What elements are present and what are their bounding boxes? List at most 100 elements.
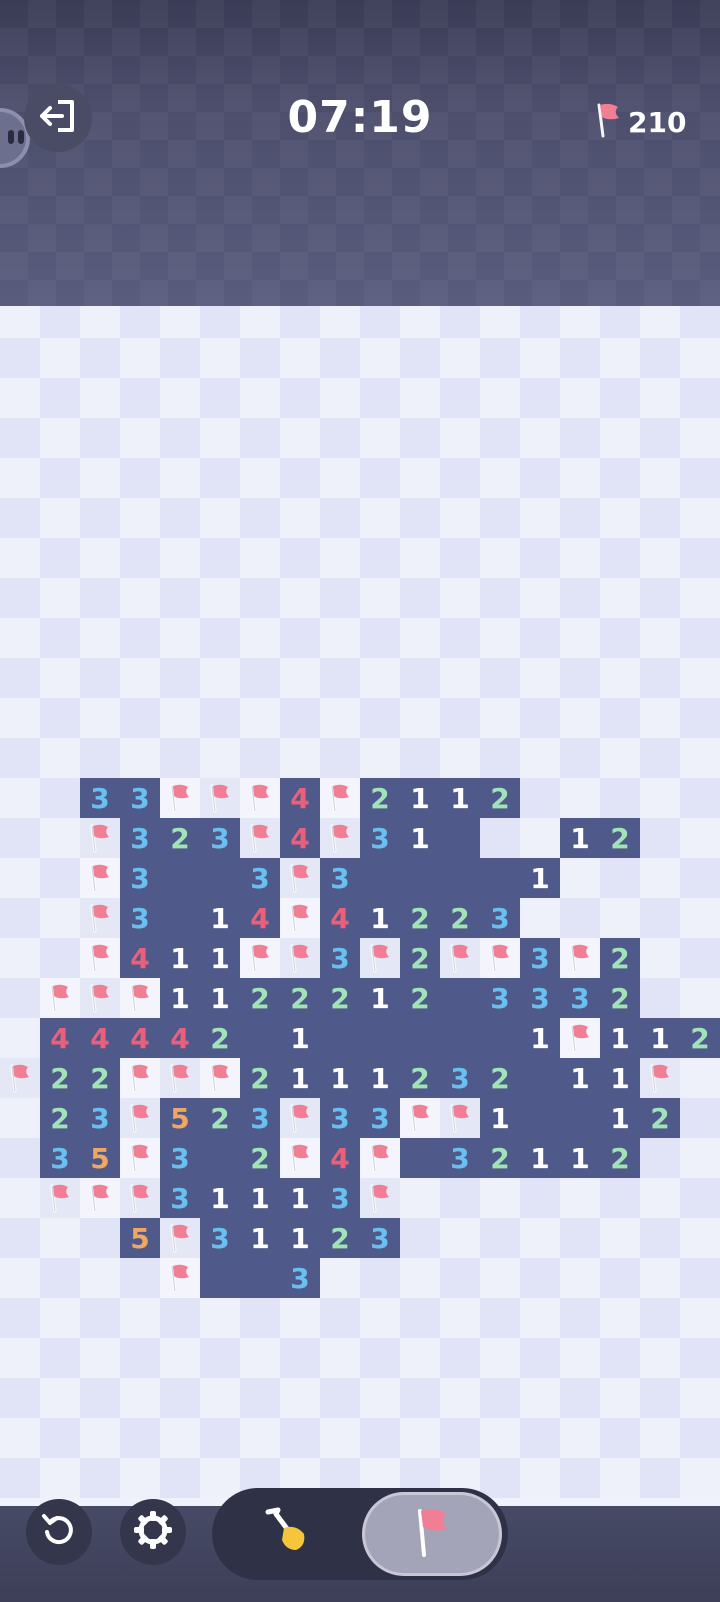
hidden-cell[interactable] <box>680 898 720 938</box>
hidden-cell[interactable] <box>120 1258 160 1298</box>
hidden-cell[interactable] <box>360 458 400 498</box>
flagged-cell[interactable] <box>280 898 320 938</box>
hidden-cell[interactable] <box>200 498 240 538</box>
hidden-cell[interactable] <box>320 578 360 618</box>
hidden-cell[interactable] <box>520 1218 560 1258</box>
hidden-cell[interactable] <box>640 698 680 738</box>
hidden-cell[interactable] <box>0 978 40 1018</box>
hidden-cell[interactable] <box>680 1338 720 1378</box>
hidden-cell[interactable] <box>600 418 640 458</box>
hidden-cell[interactable] <box>240 498 280 538</box>
hidden-cell[interactable] <box>360 418 400 458</box>
hidden-cell[interactable] <box>640 1378 680 1418</box>
hidden-cell[interactable] <box>440 1378 480 1418</box>
hidden-cell[interactable] <box>0 306 40 338</box>
hidden-cell[interactable] <box>600 538 640 578</box>
revealed-number-cell[interactable]: 2 <box>600 978 640 1018</box>
hidden-cell[interactable] <box>120 1298 160 1338</box>
hidden-cell[interactable] <box>0 938 40 978</box>
revealed-number-cell[interactable]: 1 <box>360 898 400 938</box>
revealed-number-cell[interactable]: 3 <box>120 898 160 938</box>
hidden-cell[interactable] <box>600 618 640 658</box>
hidden-cell[interactable] <box>120 578 160 618</box>
revealed-number-cell[interactable]: 2 <box>680 1018 720 1058</box>
hidden-cell[interactable] <box>640 778 680 818</box>
revealed-number-cell[interactable]: 2 <box>400 978 440 1018</box>
hidden-cell[interactable] <box>80 1218 120 1258</box>
flagged-cell[interactable] <box>320 778 360 818</box>
hidden-cell[interactable] <box>160 1338 200 1378</box>
hidden-cell[interactable] <box>240 1298 280 1338</box>
hidden-cell[interactable] <box>200 578 240 618</box>
revealed-number-cell[interactable]: 5 <box>80 1138 120 1178</box>
hidden-cell[interactable] <box>440 1298 480 1338</box>
hidden-cell[interactable] <box>480 1298 520 1338</box>
hidden-cell[interactable] <box>0 738 40 778</box>
hidden-cell[interactable] <box>200 338 240 378</box>
revealed-number-cell[interactable]: 3 <box>200 818 240 858</box>
hidden-cell[interactable] <box>560 1378 600 1418</box>
revealed-number-cell[interactable]: 4 <box>160 1018 200 1058</box>
hidden-cell[interactable] <box>680 618 720 658</box>
hidden-cell[interactable] <box>40 818 80 858</box>
hidden-cell[interactable] <box>40 658 80 698</box>
hidden-cell[interactable] <box>560 458 600 498</box>
hidden-cell[interactable] <box>200 418 240 458</box>
hidden-cell[interactable] <box>280 1298 320 1338</box>
revealed-number-cell[interactable]: 3 <box>280 1258 320 1298</box>
revealed-number-cell[interactable]: 1 <box>280 1178 320 1218</box>
hidden-cell[interactable] <box>600 1338 640 1378</box>
hidden-cell[interactable] <box>240 306 280 338</box>
hidden-cell[interactable] <box>0 1098 40 1138</box>
hidden-cell[interactable] <box>560 1298 600 1338</box>
hidden-cell[interactable] <box>40 698 80 738</box>
hidden-cell[interactable] <box>320 738 360 778</box>
hidden-cell[interactable] <box>40 938 80 978</box>
hidden-cell[interactable] <box>40 378 80 418</box>
revealed-number-cell[interactable]: 3 <box>200 1218 240 1258</box>
flagged-cell[interactable] <box>40 978 80 1018</box>
hidden-cell[interactable] <box>440 498 480 538</box>
hidden-cell[interactable] <box>480 1418 520 1458</box>
flagged-cell[interactable] <box>40 1178 80 1218</box>
revealed-number-cell[interactable]: 1 <box>360 978 400 1018</box>
hidden-cell[interactable] <box>280 738 320 778</box>
revealed-number-cell[interactable]: 2 <box>200 1098 240 1138</box>
flagged-cell[interactable] <box>400 1098 440 1138</box>
hidden-cell[interactable] <box>360 658 400 698</box>
hidden-cell[interactable] <box>600 1178 640 1218</box>
hidden-cell[interactable] <box>0 858 40 898</box>
hidden-cell[interactable] <box>160 738 200 778</box>
hidden-cell[interactable] <box>240 618 280 658</box>
hidden-cell[interactable] <box>520 378 560 418</box>
hidden-cell[interactable] <box>560 1258 600 1298</box>
hidden-cell[interactable] <box>520 738 560 778</box>
hidden-cell[interactable] <box>600 858 640 898</box>
flagged-cell[interactable] <box>280 938 320 978</box>
hidden-cell[interactable] <box>40 1218 80 1258</box>
hidden-cell[interactable] <box>0 418 40 458</box>
revealed-number-cell[interactable]: 2 <box>600 818 640 858</box>
hidden-cell[interactable] <box>560 1418 600 1458</box>
hidden-cell[interactable] <box>400 338 440 378</box>
hidden-cell[interactable] <box>0 1338 40 1378</box>
hidden-cell[interactable] <box>520 618 560 658</box>
hidden-cell[interactable] <box>600 658 640 698</box>
hidden-cell[interactable] <box>520 1298 560 1338</box>
hidden-cell[interactable] <box>240 658 280 698</box>
hidden-cell[interactable] <box>640 1338 680 1378</box>
revealed-number-cell[interactable]: 1 <box>240 1218 280 1258</box>
hidden-cell[interactable] <box>520 538 560 578</box>
hidden-cell[interactable] <box>240 698 280 738</box>
flagged-cell[interactable] <box>360 1138 400 1178</box>
hidden-cell[interactable] <box>0 578 40 618</box>
hidden-cell[interactable] <box>160 618 200 658</box>
revealed-number-cell[interactable]: 4 <box>320 898 360 938</box>
hidden-cell[interactable] <box>520 778 560 818</box>
hidden-cell[interactable] <box>240 1338 280 1378</box>
hidden-cell[interactable] <box>0 538 40 578</box>
revealed-number-cell[interactable]: 3 <box>80 778 120 818</box>
hidden-cell[interactable] <box>200 1378 240 1418</box>
hidden-cell[interactable] <box>480 1338 520 1378</box>
hidden-cell[interactable] <box>280 538 320 578</box>
